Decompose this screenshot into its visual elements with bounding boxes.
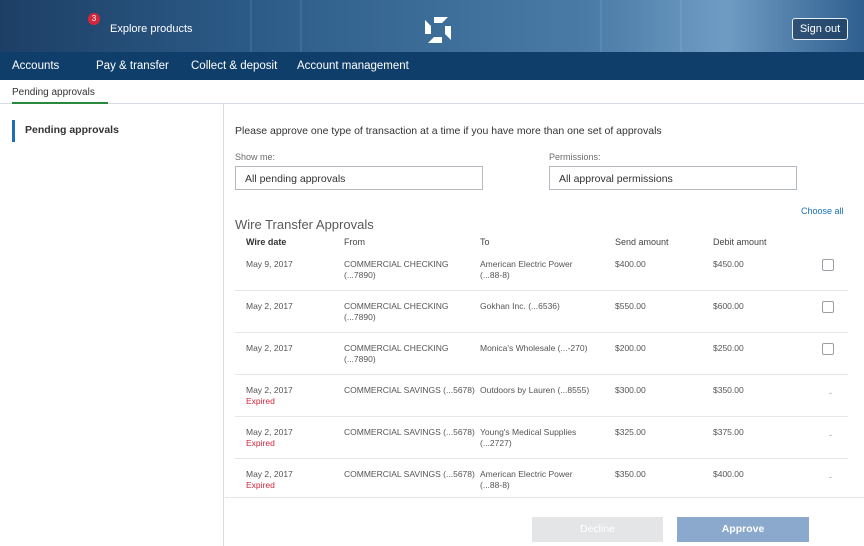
debit-amount-cell: $600.00 (713, 301, 744, 311)
from-cell: COMMERCIAL CHECKING (...7890) (344, 259, 449, 281)
debit-amount-cell: $400.00 (713, 469, 744, 479)
instructions-text: Please approve one type of transaction a… (235, 125, 662, 137)
active-indicator (12, 120, 15, 142)
table-row: May 2, 2017 Expired COMMERCIAL SAVINGS (.… (235, 417, 848, 459)
column-header-wire-date[interactable]: Wire date (246, 237, 286, 247)
permissions-select[interactable]: All approval permissions (549, 166, 797, 190)
to-recipient-number: (...2727) (480, 438, 512, 448)
expired-status: Expired (246, 480, 275, 490)
sub-nav: Pending approvals (0, 80, 864, 104)
wire-date-cell: May 2, 2017 Expired (246, 385, 293, 407)
nav-item-accounts[interactable]: Accounts (12, 60, 59, 72)
banner-decoration (250, 0, 252, 52)
debit-amount-cell: $450.00 (713, 259, 744, 269)
debit-amount-cell: $375.00 (713, 427, 744, 437)
wire-date-cell: May 2, 2017 (246, 343, 293, 353)
header-banner: 3 Explore products Sign out (0, 0, 864, 52)
table-row: May 2, 2017 COMMERCIAL CHECKING (...7890)… (235, 291, 848, 333)
wire-date: May 2, 2017 (246, 427, 293, 437)
banner-decoration (300, 0, 302, 52)
nav-item-account-management[interactable]: Account management (297, 60, 409, 72)
banner-decoration (680, 0, 682, 52)
decline-button[interactable]: Decline (532, 517, 663, 542)
notification-badge: 3 (88, 13, 100, 25)
nav-item-collect-deposit[interactable]: Collect & deposit (191, 60, 277, 72)
table-row: May 2, 2017 Expired COMMERCIAL SAVINGS (.… (235, 459, 848, 501)
column-header-from[interactable]: From (344, 237, 365, 247)
unavailable-marker: - (829, 388, 832, 398)
column-header-debit-amount[interactable]: Debit amount (713, 237, 767, 247)
sidebar: Pending approvals (0, 104, 224, 546)
from-account: COMMERCIAL CHECKING (344, 343, 449, 353)
column-header-to[interactable]: To (480, 237, 490, 247)
column-header-send-amount[interactable]: Send amount (615, 237, 669, 247)
explore-products-label: Explore products (110, 23, 193, 35)
octagon-logo-icon[interactable] (422, 14, 454, 46)
from-account-number: (...7890) (344, 354, 376, 364)
from-cell: COMMERCIAL SAVINGS (...5678) (344, 469, 475, 479)
wire-date-cell: May 2, 2017 Expired (246, 469, 293, 491)
to-recipient: Young's Medical Supplies (480, 427, 577, 437)
wire-date: May 2, 2017 (246, 385, 293, 395)
wire-date: May 2, 2017 (246, 469, 293, 479)
choose-all-link[interactable]: Choose all (801, 206, 844, 216)
row-select-checkbox[interactable] (822, 259, 834, 271)
from-account: COMMERCIAL CHECKING (344, 301, 449, 311)
table-row: May 2, 2017 Expired COMMERCIAL SAVINGS (.… (235, 375, 848, 417)
to-cell: Gokhan Inc. (...6536) (480, 301, 560, 311)
to-cell: American Electric Power (...88-8) (480, 259, 573, 281)
to-recipient-number: (...88-8) (480, 270, 510, 280)
send-amount-cell: $300.00 (615, 385, 646, 395)
sign-out-button[interactable]: Sign out (792, 18, 848, 40)
nav-item-pay-transfer[interactable]: Pay & transfer (96, 60, 169, 72)
sidebar-item-label: Pending approvals (25, 124, 119, 136)
to-cell: American Electric Power (...88-8) (480, 469, 573, 491)
main-nav: Accounts Pay & transfer Collect & deposi… (0, 52, 864, 80)
send-amount-cell: $550.00 (615, 301, 646, 311)
show-me-label: Show me: (235, 152, 276, 162)
wire-date-cell: May 2, 2017 (246, 301, 293, 311)
row-select-checkbox[interactable] (822, 301, 834, 313)
from-account: COMMERCIAL CHECKING (344, 259, 449, 269)
to-recipient-number: (...88-8) (480, 480, 510, 490)
debit-amount-cell: $250.00 (713, 343, 744, 353)
unavailable-marker: - (829, 472, 832, 482)
unavailable-marker: - (829, 430, 832, 440)
to-cell: Outdoors by Lauren (...8555) (480, 385, 590, 395)
from-cell: COMMERCIAL SAVINGS (...5678) (344, 427, 475, 437)
to-recipient: American Electric Power (480, 469, 573, 479)
send-amount-cell: $200.00 (615, 343, 646, 353)
expired-status: Expired (246, 396, 275, 406)
from-account-number: (...7890) (344, 270, 376, 280)
send-amount-cell: $350.00 (615, 469, 646, 479)
table-row: May 9, 2017 COMMERCIAL CHECKING (...7890)… (235, 249, 848, 291)
banner-decoration (600, 0, 602, 52)
approve-button[interactable]: Approve (677, 517, 809, 542)
sidebar-item-pending-approvals[interactable]: Pending approvals (12, 120, 212, 142)
tab-pending-approvals[interactable]: Pending approvals (12, 87, 95, 98)
to-recipient: American Electric Power (480, 259, 573, 269)
row-select-checkbox[interactable] (822, 343, 834, 355)
expired-status: Expired (246, 438, 275, 448)
to-cell: Monica's Wholesale (...-270) (480, 343, 588, 353)
explore-products-link[interactable]: 3 Explore products (88, 13, 193, 36)
send-amount-cell: $325.00 (615, 427, 646, 437)
debit-amount-cell: $350.00 (713, 385, 744, 395)
send-amount-cell: $400.00 (615, 259, 646, 269)
table-row: May 2, 2017 COMMERCIAL CHECKING (...7890)… (235, 333, 848, 375)
from-cell: COMMERCIAL CHECKING (...7890) (344, 301, 449, 323)
from-cell: COMMERCIAL CHECKING (...7890) (344, 343, 449, 365)
permissions-label: Permissions: (549, 152, 601, 162)
wire-date-cell: May 2, 2017 Expired (246, 427, 293, 449)
section-title: Wire Transfer Approvals (235, 217, 374, 232)
from-account-number: (...7890) (344, 312, 376, 322)
show-me-select[interactable]: All pending approvals (235, 166, 483, 190)
to-cell: Young's Medical Supplies (...2727) (480, 427, 576, 449)
wire-date-cell: May 9, 2017 (246, 259, 293, 269)
from-cell: COMMERCIAL SAVINGS (...5678) (344, 385, 475, 395)
